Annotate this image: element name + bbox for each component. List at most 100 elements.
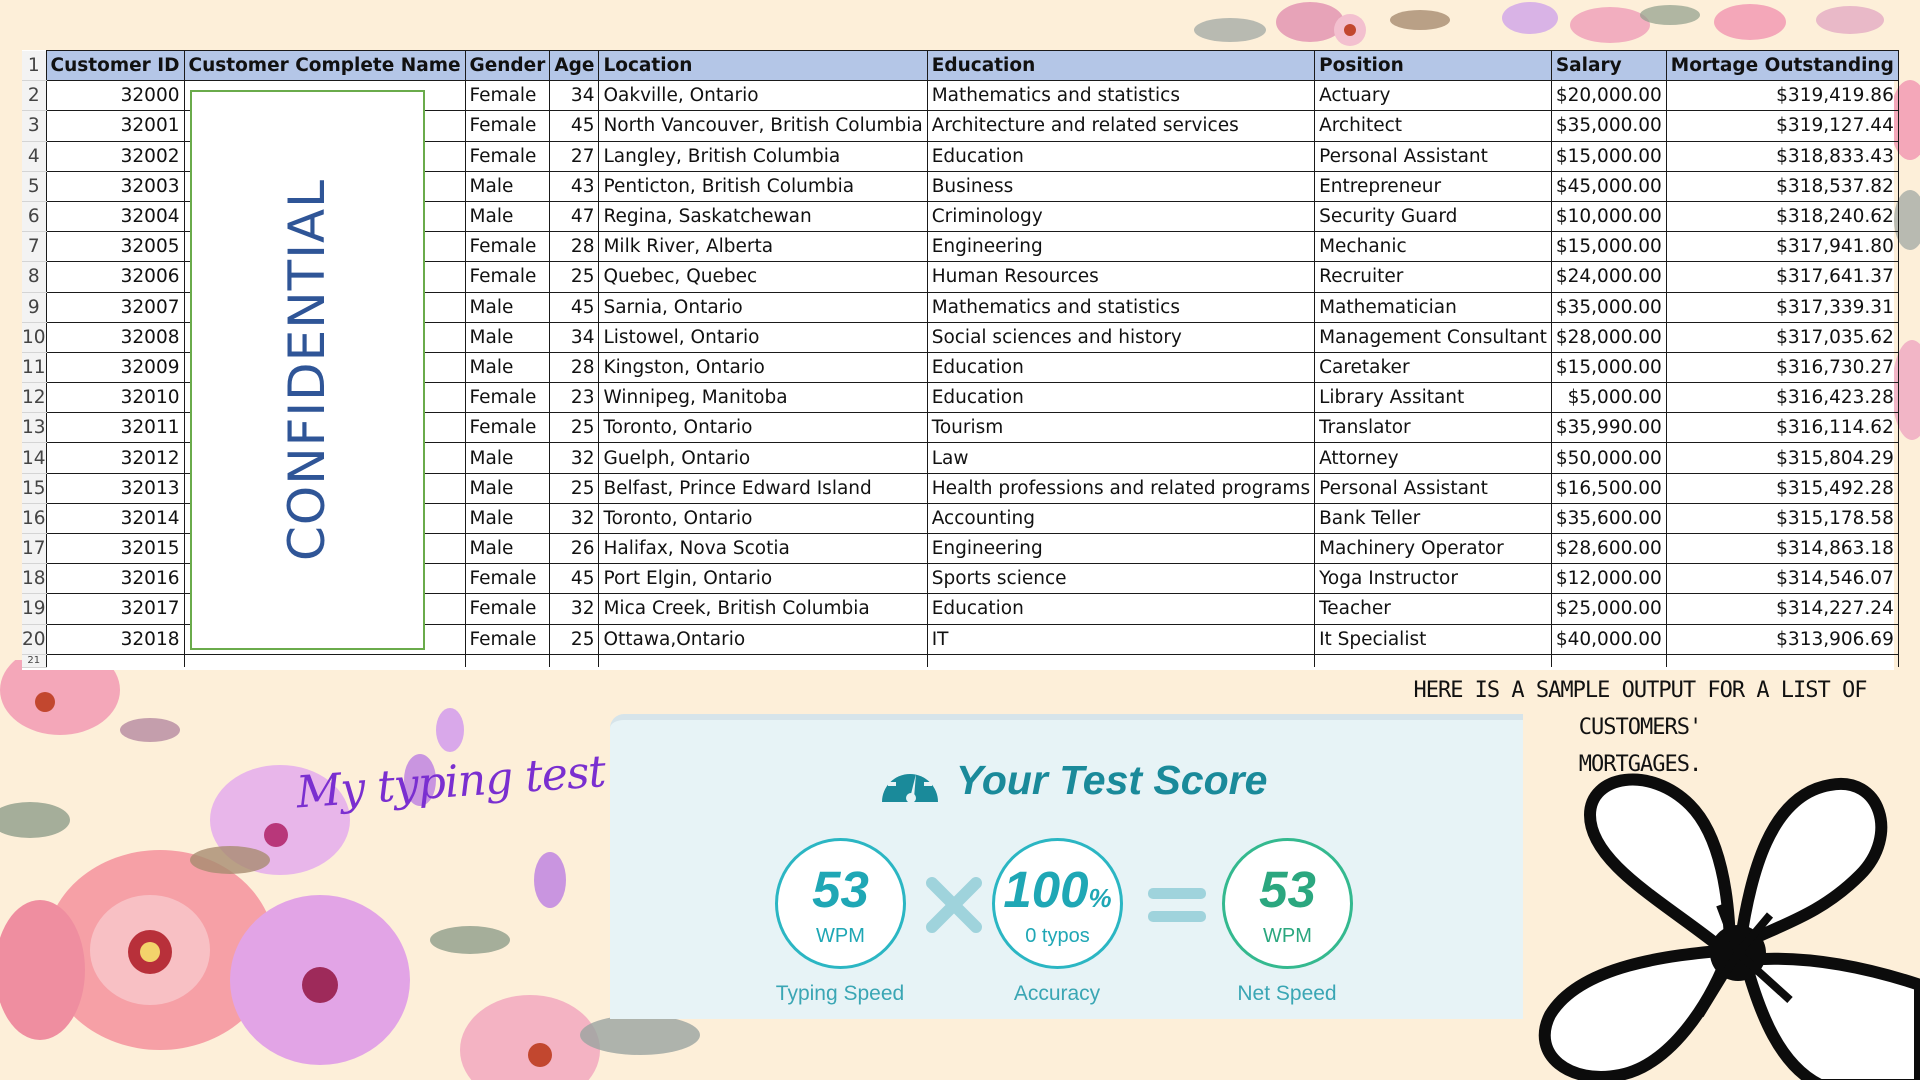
cell-salary[interactable]: $45,000.00	[1550, 170, 1667, 202]
cell-salary[interactable]: $35,000.00	[1550, 110, 1667, 142]
cell-location[interactable]: Port Elgin, Ontario	[598, 563, 928, 595]
row-number[interactable]: 5	[22, 171, 47, 202]
row-number[interactable]: 14	[22, 442, 47, 474]
cell-salary[interactable]: $25,000.00	[1550, 593, 1667, 625]
cell-location[interactable]: Milk River, Alberta	[598, 231, 928, 263]
cell-age[interactable]: 26	[549, 532, 600, 565]
cell-education[interactable]: Business	[926, 170, 1316, 202]
cell-mortgage-outstanding[interactable]: $314,227.24	[1665, 593, 1899, 625]
cell-position[interactable]: Attorney	[1314, 442, 1552, 474]
cell-customer-id[interactable]: 32000	[45, 80, 185, 112]
cell-customer-id[interactable]: 32012	[45, 442, 185, 474]
cell-salary[interactable]: $50,000.00	[1550, 442, 1667, 474]
cell-position[interactable]: Recruiter	[1314, 261, 1552, 293]
cell-location[interactable]: Sarnia, Ontario	[598, 291, 928, 323]
header-salary[interactable]: Salary	[1550, 49, 1667, 82]
cell-mortgage-outstanding[interactable]: $317,035.62	[1665, 321, 1899, 353]
cell-mortgage-outstanding[interactable]: $314,546.07	[1665, 563, 1899, 595]
cell-mortgage-outstanding[interactable]: $319,127.44	[1665, 110, 1899, 142]
header-location[interactable]: Location	[598, 49, 928, 82]
cell-salary[interactable]: $15,000.00	[1550, 231, 1667, 263]
cell-age[interactable]: 32	[549, 442, 600, 474]
row-number[interactable]: 16	[22, 503, 47, 535]
cell-position[interactable]: Architect	[1314, 110, 1552, 142]
cell-age[interactable]: 28	[549, 231, 600, 263]
cell-education[interactable]: IT	[926, 623, 1316, 655]
cell-location[interactable]: Mica Creek, British Columbia	[598, 593, 928, 625]
header-education[interactable]: Education	[926, 49, 1316, 82]
cell-location[interactable]: Winnipeg, Manitoba	[598, 382, 928, 414]
cell-mortgage-outstanding[interactable]: $316,730.27	[1665, 351, 1899, 384]
cell-gender[interactable]: Female	[464, 80, 551, 112]
cell-mortgage-outstanding[interactable]: $315,178.58	[1665, 502, 1899, 535]
empty-cell[interactable]	[926, 653, 1316, 668]
cell-education[interactable]: Health professions and related programs	[926, 472, 1316, 504]
cell-gender[interactable]: Male	[464, 472, 551, 504]
cell-customer-id[interactable]: 32014	[45, 502, 185, 535]
cell-salary[interactable]: $24,000.00	[1550, 261, 1667, 293]
cell-salary[interactable]: $35,990.00	[1550, 412, 1667, 444]
cell-age[interactable]: 25	[549, 472, 600, 504]
cell-education[interactable]: Social sciences and history	[926, 321, 1316, 353]
cell-gender[interactable]: Female	[464, 140, 551, 172]
cell-location[interactable]: North Vancouver, British Columbia	[598, 110, 928, 142]
cell-location[interactable]: Quebec, Quebec	[598, 261, 928, 293]
cell-education[interactable]: Sports science	[926, 563, 1316, 595]
empty-cell[interactable]	[549, 653, 600, 668]
cell-customer-id[interactable]: 32009	[45, 351, 185, 384]
cell-position[interactable]: Security Guard	[1314, 200, 1552, 233]
cell-gender[interactable]: Male	[464, 200, 551, 233]
cell-education[interactable]: Architecture and related services	[926, 110, 1316, 142]
cell-mortgage-outstanding[interactable]: $314,863.18	[1665, 532, 1899, 565]
cell-gender[interactable]: Male	[464, 170, 551, 202]
row-number[interactable]: 18	[22, 563, 47, 595]
cell-mortgage-outstanding[interactable]: $318,240.62	[1665, 200, 1899, 233]
cell-education[interactable]: Engineering	[926, 231, 1316, 263]
cell-position[interactable]: Bank Teller	[1314, 502, 1552, 535]
cell-age[interactable]: 47	[549, 200, 600, 233]
cell-customer-id[interactable]: 32015	[45, 532, 185, 565]
row-number[interactable]: 9	[22, 292, 47, 323]
empty-cell[interactable]	[598, 653, 928, 668]
cell-gender[interactable]: Female	[464, 593, 551, 625]
cell-gender[interactable]: Female	[464, 110, 551, 142]
cell-age[interactable]: 23	[549, 382, 600, 414]
cell-mortgage-outstanding[interactable]: $317,339.31	[1665, 291, 1899, 323]
cell-position[interactable]: Mathematician	[1314, 291, 1552, 323]
cell-mortgage-outstanding[interactable]: $318,833.43	[1665, 140, 1899, 172]
cell-age[interactable]: 32	[549, 502, 600, 535]
cell-position[interactable]: Caretaker	[1314, 351, 1552, 384]
cell-customer-id[interactable]: 32007	[45, 291, 185, 323]
cell-mortgage-outstanding[interactable]: $318,537.82	[1665, 170, 1899, 202]
cell-education[interactable]: Human Resources	[926, 261, 1316, 293]
cell-customer-id[interactable]: 32016	[45, 563, 185, 595]
cell-salary[interactable]: $15,000.00	[1550, 351, 1667, 384]
cell-position[interactable]: It Specialist	[1314, 623, 1552, 655]
row-number[interactable]: 1	[22, 50, 47, 82]
cell-gender[interactable]: Male	[464, 321, 551, 353]
row-number[interactable]: 13	[22, 412, 47, 444]
cell-salary[interactable]: $35,000.00	[1550, 291, 1667, 323]
cell-salary[interactable]: $5,000.00	[1550, 382, 1667, 414]
cell-age[interactable]: 25	[549, 261, 600, 293]
cell-position[interactable]: Personal Assistant	[1314, 140, 1552, 172]
cell-customer-id[interactable]: 32005	[45, 231, 185, 263]
cell-gender[interactable]: Male	[464, 291, 551, 323]
row-number[interactable]: 20	[22, 624, 47, 655]
cell-gender[interactable]: Female	[464, 563, 551, 595]
cell-position[interactable]: Actuary	[1314, 80, 1552, 112]
cell-position[interactable]: Personal Assistant	[1314, 472, 1552, 504]
cell-gender[interactable]: Male	[464, 502, 551, 535]
cell-education[interactable]: Mathematics and statistics	[926, 80, 1316, 112]
empty-cell[interactable]	[464, 653, 551, 668]
cell-location[interactable]: Guelph, Ontario	[598, 442, 928, 474]
cell-location[interactable]: Listowel, Ontario	[598, 321, 928, 353]
header-customer-name[interactable]: Customer Complete Name	[183, 49, 466, 82]
header-mortgage-outstanding[interactable]: Mortage Outstanding	[1665, 49, 1899, 82]
header-gender[interactable]: Gender	[464, 49, 551, 82]
cell-mortgage-outstanding[interactable]: $317,941.80	[1665, 231, 1899, 263]
row-number[interactable]: 4	[22, 141, 47, 172]
cell-age[interactable]: 25	[549, 623, 600, 655]
cell-salary[interactable]: $28,600.00	[1550, 532, 1667, 565]
cell-age[interactable]: 34	[549, 80, 600, 112]
